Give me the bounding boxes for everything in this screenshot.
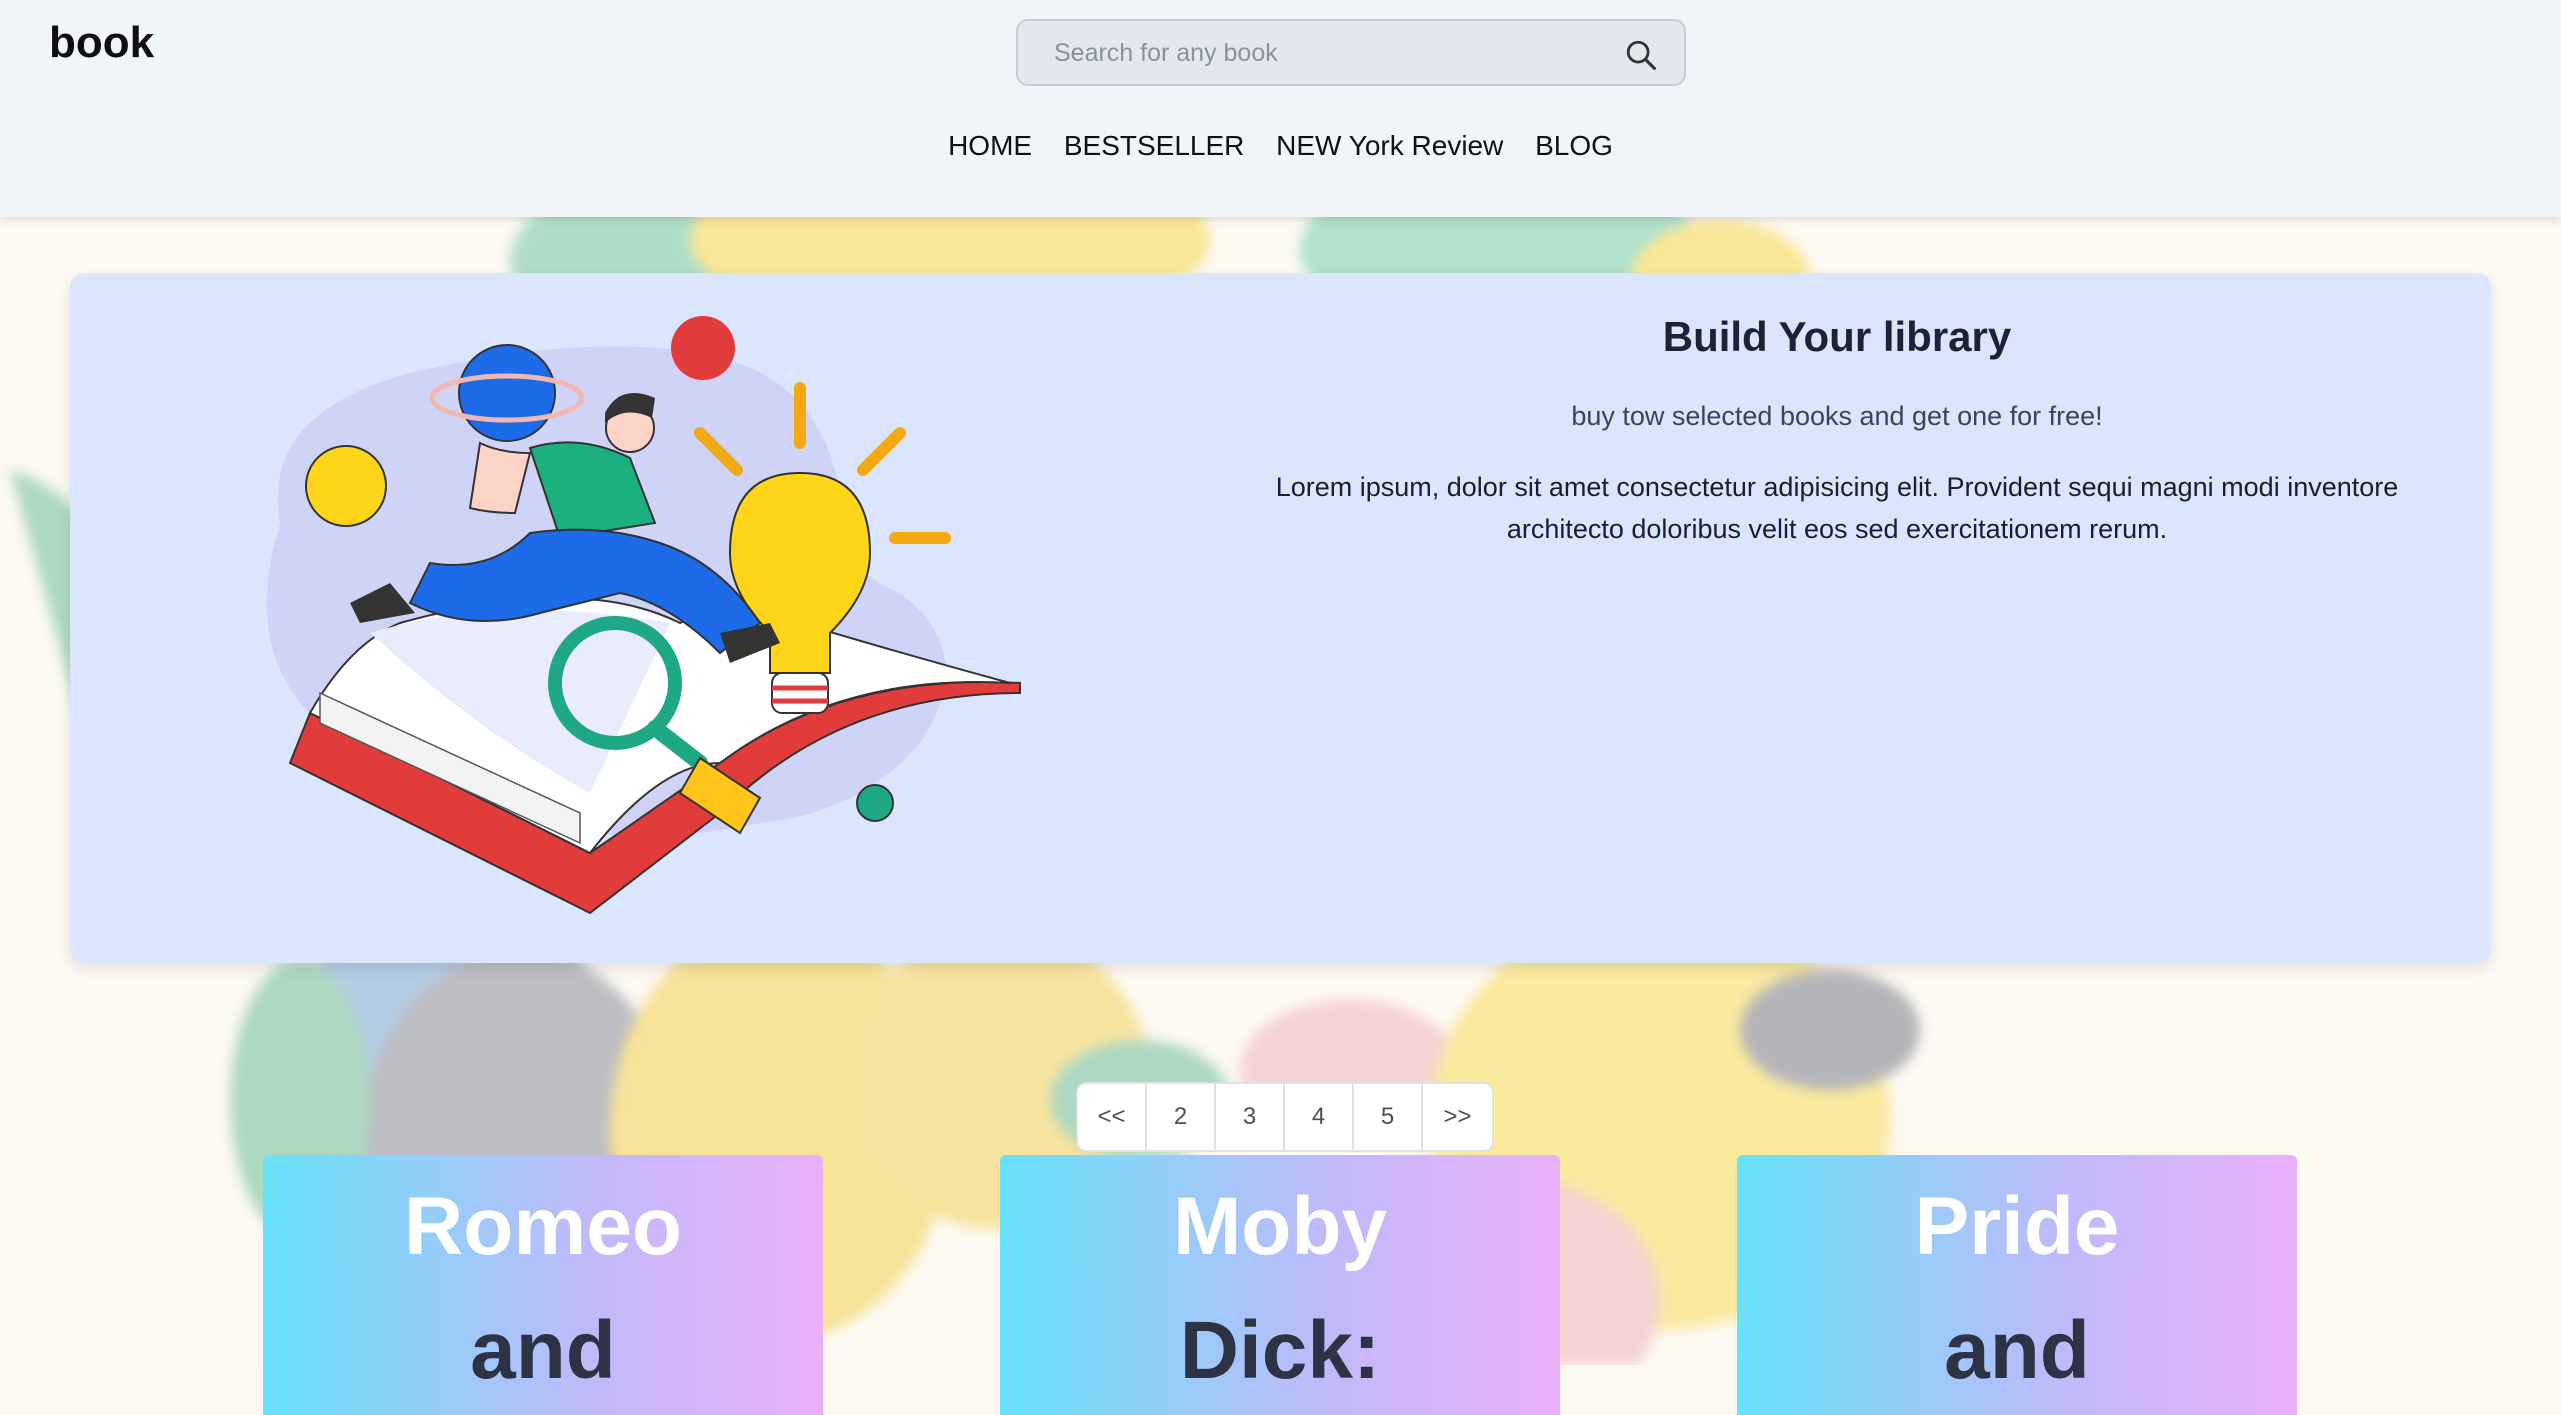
book-title-line2: Dick: [1179, 1305, 1381, 1396]
book-title: Romeo and [263, 1155, 823, 1413]
book-title-line2: and [1944, 1305, 2090, 1396]
book-title-line1: Romeo [404, 1181, 682, 1272]
hero-subtitle: buy tow selected books and get one for f… [1571, 401, 2103, 431]
nav-new-york-review[interactable]: NEW York Review [1276, 130, 1503, 161]
book-card-moby-dick[interactable]: Moby Dick: [1000, 1155, 1560, 1415]
book-card-romeo[interactable]: Romeo and [263, 1155, 823, 1415]
book-title-line1: Pride [1914, 1181, 2120, 1272]
main-nav: HOME BESTSELLER NEW York Review BLOG [0, 130, 2561, 162]
pagination-page-2[interactable]: 2 [1147, 1084, 1216, 1150]
nav-home[interactable]: HOME [948, 130, 1032, 161]
search-bar [1016, 19, 1686, 86]
pagination-page-4[interactable]: 4 [1285, 1084, 1354, 1150]
reading-illustration [266, 316, 1021, 915]
pagination: << 2 3 4 5 >> [1076, 1082, 1494, 1152]
pagination-first[interactable]: << [1078, 1084, 1147, 1150]
search-icon[interactable] [1624, 38, 1658, 72]
hero-description: Lorem ipsum, dolor sit amet consectetur … [1275, 472, 2399, 544]
search-input[interactable] [1052, 21, 1616, 86]
nav-blog[interactable]: BLOG [1535, 130, 1613, 161]
book-title: Pride and [1737, 1155, 2297, 1413]
book-title: Moby Dick: [1000, 1155, 1560, 1413]
hero-title: Build Your library [1662, 313, 2012, 360]
pagination-page-3[interactable]: 3 [1216, 1084, 1285, 1150]
book-title-line1: Moby [1172, 1181, 1388, 1272]
book-title-line2: and [470, 1305, 616, 1396]
book-card-pride[interactable]: Pride and [1737, 1155, 2297, 1415]
pagination-page-5[interactable]: 5 [1354, 1084, 1423, 1150]
pagination-last[interactable]: >> [1423, 1084, 1492, 1150]
top-header: book HOME BESTSELLER NEW York Review BLO… [0, 0, 2561, 217]
hero-banner: Build Your library buy tow selected book… [70, 273, 2491, 963]
nav-bestseller[interactable]: BESTSELLER [1064, 130, 1245, 161]
site-logo[interactable]: book [49, 18, 154, 68]
hero-text: Build Your library buy tow selected book… [1220, 313, 2454, 550]
